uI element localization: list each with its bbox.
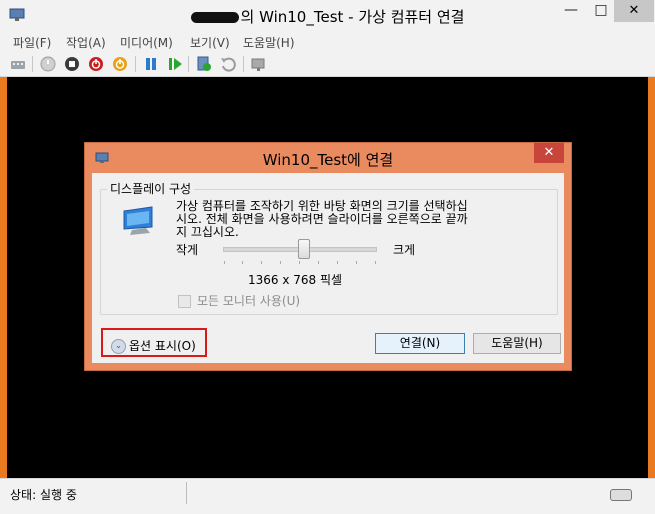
status-separator — [186, 482, 187, 504]
dialog-body: 디스플레이 구성 가상 컴퓨터를 조작하기 위한 바탕 화면의 크기를 선택하십… — [92, 173, 564, 363]
keyboard-status-icon — [610, 489, 632, 501]
slider-tick — [318, 261, 319, 264]
ctrl-alt-del-icon[interactable] — [10, 56, 26, 72]
all-monitors-checkbox[interactable]: 모든 모니터 사용(U) — [178, 292, 300, 309]
slider-tick — [299, 261, 300, 264]
resolution-text: 1366 x 768 픽셀 — [248, 273, 343, 287]
slider-tick — [356, 261, 357, 264]
status-text: 상태: 실행 중 — [10, 488, 77, 502]
slider-tick — [242, 261, 243, 264]
menu-action[interactable]: 작업(A) — [66, 34, 106, 51]
chevron-down-icon: ⌄ — [111, 339, 126, 354]
all-monitors-label: 모든 모니터 사용(U) — [197, 294, 301, 308]
slider-tick — [224, 261, 225, 264]
slider-tick — [375, 261, 376, 264]
redacted-host-name — [190, 12, 239, 23]
resume-icon[interactable] — [167, 56, 183, 72]
toolbar — [0, 52, 655, 77]
revert-icon[interactable] — [220, 56, 236, 72]
slider-tick — [261, 261, 262, 264]
toolbar-separator — [243, 56, 244, 72]
save-icon[interactable] — [112, 56, 128, 72]
description-text: 가상 컴퓨터를 조작하기 위한 바탕 화면의 크기를 선택하십시오. 전체 화면… — [176, 199, 468, 239]
menu-help[interactable]: 도움말(H) — [243, 34, 295, 51]
dialog-close-button[interactable]: ✕ — [534, 143, 564, 163]
status-bar: 상태: 실행 중 — [0, 478, 655, 514]
show-options-button[interactable]: ⌄ 옵션 표시(O) — [101, 328, 207, 357]
vm-connection-window: 의 Win10_Test - 가상 컴퓨터 연결 — □ ✕ 파일(F) 작업(… — [0, 0, 655, 514]
shutdown-icon[interactable] — [88, 56, 104, 72]
slider-large-label: 크게 — [393, 243, 416, 257]
toolbar-separator — [135, 56, 136, 72]
menu-bar: 파일(F) 작업(A) 미디어(M) 보기(V) 도움말(H) — [0, 30, 655, 52]
connect-button[interactable]: 연결(N) — [375, 333, 465, 354]
menu-media[interactable]: 미디어(M) — [120, 34, 173, 51]
show-options-label: 옵션 표시(O) — [129, 339, 196, 353]
help-button[interactable]: 도움말(H) — [473, 333, 561, 354]
menu-file[interactable]: 파일(F) — [13, 34, 51, 51]
group-title: 디스플레이 구성 — [107, 180, 195, 197]
turn-off-icon[interactable] — [64, 56, 80, 72]
checkbox-box[interactable] — [178, 295, 191, 308]
slider-small-label: 작게 — [176, 243, 199, 257]
maximize-button[interactable]: □ — [587, 0, 615, 22]
dialog-title: Win10_Test에 연결 — [262, 151, 394, 169]
menu-view[interactable]: 보기(V) — [190, 34, 230, 51]
close-button[interactable]: ✕ — [614, 0, 654, 22]
slider-tick — [337, 261, 338, 264]
slider-tick — [280, 261, 281, 264]
title-bar[interactable]: 의 Win10_Test - 가상 컴퓨터 연결 — □ ✕ — [0, 0, 655, 30]
toolbar-separator — [188, 56, 189, 72]
start-icon[interactable] — [40, 56, 56, 72]
checkpoint-icon[interactable] — [196, 56, 212, 72]
connect-dialog: Win10_Test에 연결 ✕ 디스플레이 구성 가상 컴퓨터를 조작하기 위… — [84, 142, 572, 371]
pause-icon[interactable] — [143, 56, 159, 72]
monitor-icon — [123, 206, 153, 235]
resolution-slider-thumb[interactable] — [298, 239, 310, 259]
toolbar-separator — [32, 56, 33, 72]
minimize-button[interactable]: — — [557, 0, 585, 22]
enhanced-session-icon[interactable] — [251, 56, 267, 72]
